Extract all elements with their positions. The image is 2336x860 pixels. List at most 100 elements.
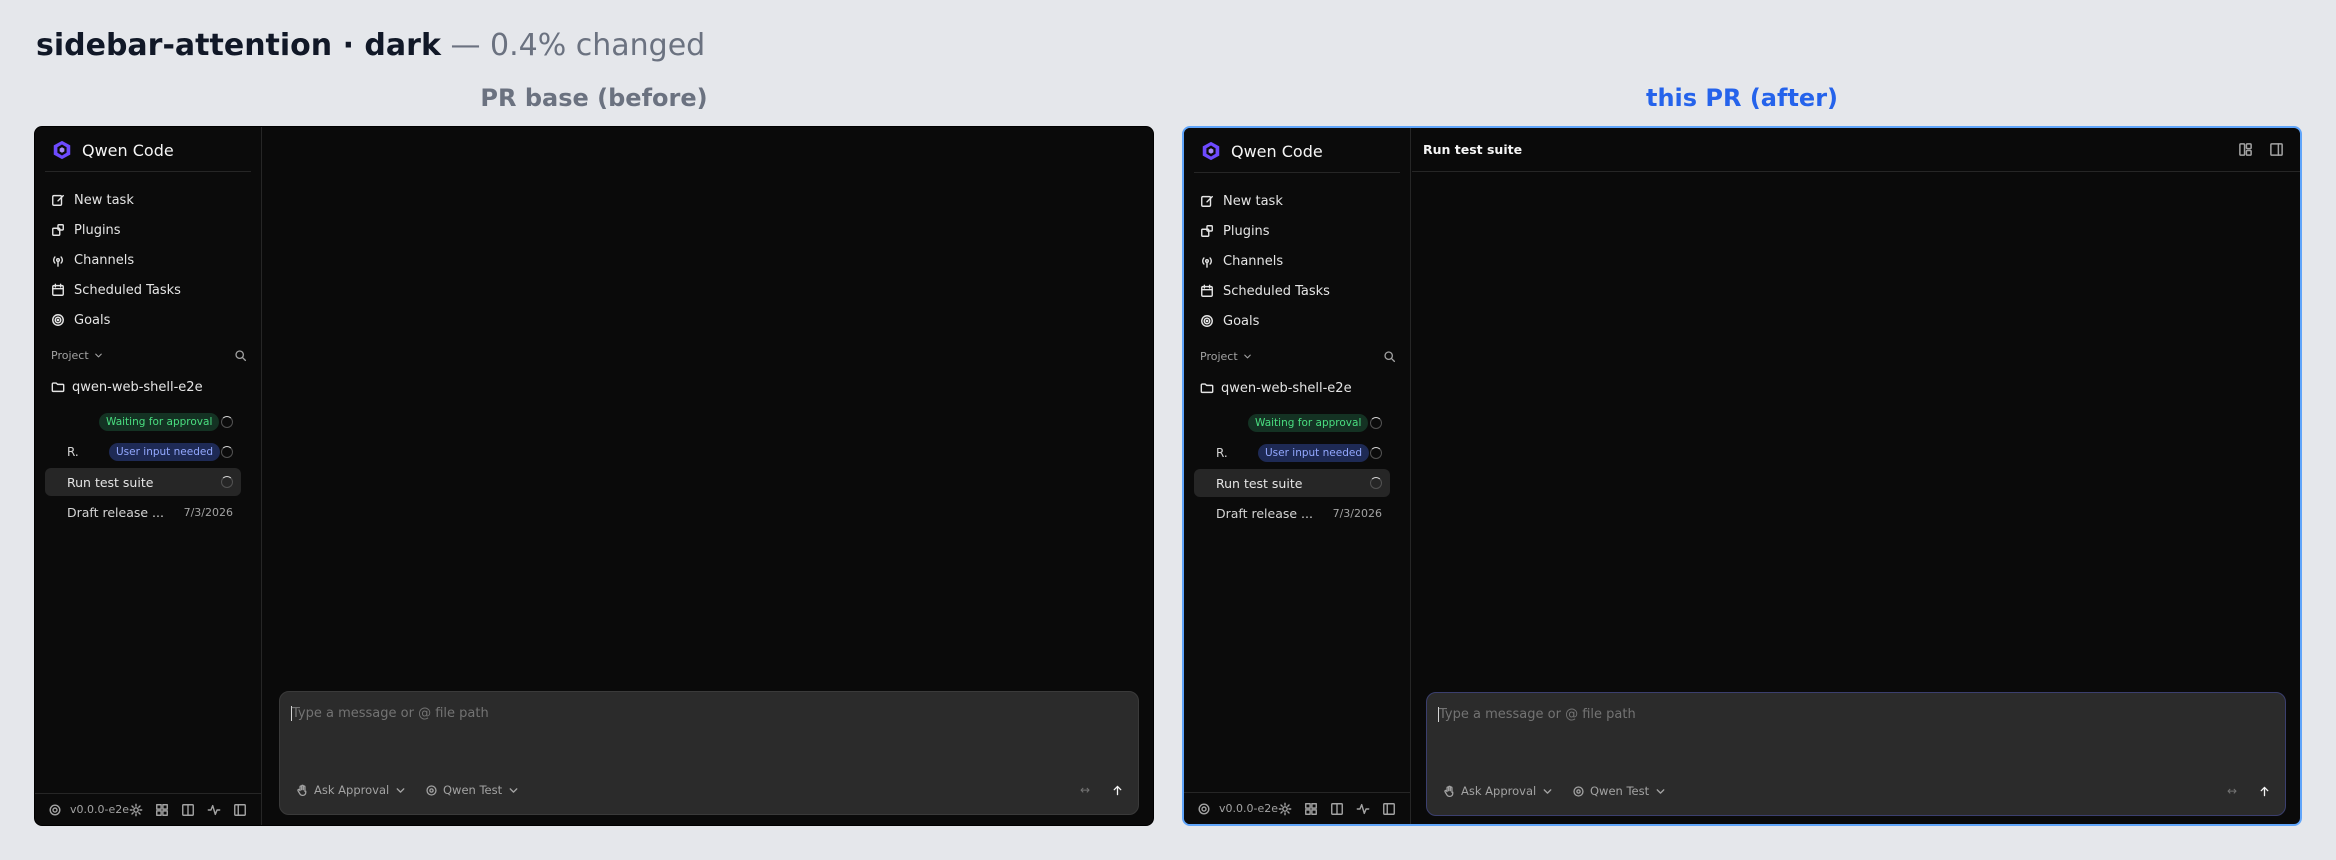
send-button[interactable] — [2258, 781, 2271, 801]
footer-icons — [129, 803, 247, 817]
sun-icon[interactable] — [129, 803, 143, 817]
loading-spinner-icon — [221, 446, 233, 458]
chevron-down-icon — [509, 787, 518, 793]
project-label: Project — [51, 348, 89, 362]
sidebar-nav: New task Plugins Channels Scheduled Task… — [1200, 186, 1400, 336]
folder-icon — [51, 382, 65, 393]
send-button[interactable] — [1111, 780, 1124, 800]
task-run-test-suite[interactable]: Run test suite — [1194, 469, 1390, 497]
task-title: Draft release ... — [1216, 505, 1313, 521]
nav-label: Channels — [1223, 253, 1284, 269]
sun-icon[interactable] — [1278, 802, 1292, 816]
chevron-down-icon — [1656, 788, 1665, 794]
nav-channels[interactable]: Channels — [1200, 246, 1400, 276]
expand-button[interactable]: ↔ — [2227, 781, 2237, 801]
after-label: this PR (after) — [1645, 84, 1838, 112]
activity-icon[interactable] — [207, 803, 221, 817]
sidebar-divider — [1194, 172, 1400, 173]
nav-plugins[interactable]: Plugins — [51, 215, 251, 245]
calendar-icon — [1201, 284, 1213, 297]
model-dropdown[interactable]: Qwen Test — [1572, 781, 1667, 801]
arrow-up-icon — [2260, 786, 2269, 796]
nav-label: Scheduled Tasks — [1223, 283, 1330, 299]
columns-icon[interactable] — [1330, 802, 1344, 816]
task-waiting-approval[interactable]: Waiting for approval — [45, 408, 241, 436]
columns-icon[interactable] — [181, 803, 195, 817]
task-draft-release[interactable]: Draft release ... 7/3/2026 — [1194, 499, 1390, 527]
message-composer[interactable]: Type a message or @ file path Ask Approv… — [1426, 692, 2286, 816]
chevron-down-icon — [94, 353, 102, 357]
nav-scheduled-tasks[interactable]: Scheduled Tasks — [1200, 276, 1400, 306]
chevron-down-icon — [1543, 788, 1552, 794]
search-icon[interactable] — [1383, 350, 1396, 363]
project-dropdown[interactable]: Project — [1200, 350, 1253, 363]
model-dropdown[interactable]: Qwen Test — [425, 780, 520, 800]
grid-icon[interactable] — [155, 803, 169, 817]
topbar-actions — [2238, 142, 2284, 157]
nav-scheduled-tasks[interactable]: Scheduled Tasks — [51, 275, 251, 305]
loading-spinner-icon — [221, 416, 233, 428]
nav-new-task[interactable]: New task — [1200, 186, 1400, 216]
task-title: Run test suite — [1216, 475, 1303, 491]
task-user-input[interactable]: R. User input needed — [1194, 439, 1390, 467]
loading-spinner-icon — [1370, 477, 1382, 489]
hand-icon — [1444, 785, 1454, 797]
panel-icon[interactable] — [233, 803, 247, 817]
after-screenshot: Qwen Code New task Plugins Channels Sche… — [1182, 126, 2302, 826]
project-dropdown[interactable]: Project — [51, 349, 104, 362]
nav-goals[interactable]: Goals — [1200, 306, 1400, 336]
sidebar: Qwen Code New task Plugins Channels Sche… — [1184, 128, 1411, 824]
nav-label: Channels — [74, 252, 135, 268]
nav-label: Plugins — [74, 222, 121, 238]
page-title-main: sidebar-attention · dark — [36, 28, 441, 63]
expand-button[interactable]: ↔ — [1080, 780, 1090, 800]
nav-label: New task — [74, 192, 134, 208]
composer-placeholder: Type a message or @ file path — [1439, 707, 1636, 722]
project-folder[interactable]: qwen-web-shell-e2e — [51, 376, 203, 398]
gear-icon[interactable] — [1197, 802, 1211, 816]
footer-icons — [1278, 802, 1396, 816]
model-label: Qwen Test — [443, 783, 503, 797]
before-screenshot: Qwen Code New task Plugins Channels Sche… — [34, 126, 1154, 826]
task-prefix: R. — [1216, 446, 1228, 460]
task-title: Draft release ... — [67, 504, 164, 520]
approval-label: Ask Approval — [1461, 784, 1537, 798]
nav-channels[interactable]: Channels — [51, 245, 251, 275]
approval-dropdown[interactable]: Ask Approval — [1443, 781, 1554, 801]
panel-icon[interactable] — [1382, 802, 1396, 816]
nav-label: Scheduled Tasks — [74, 282, 181, 298]
radio-icon — [52, 256, 64, 267]
layout-icon[interactable] — [2238, 142, 2253, 157]
app-name: Qwen Code — [1231, 141, 1323, 161]
project-folder[interactable]: qwen-web-shell-e2e — [1200, 377, 1352, 399]
brand[interactable]: Qwen Code — [51, 135, 251, 165]
task-prefix: R. — [67, 445, 79, 459]
brand[interactable]: Qwen Code — [1200, 136, 1400, 166]
task-waiting-approval[interactable]: Waiting for approval — [1194, 409, 1390, 437]
nav-new-task[interactable]: New task — [51, 185, 251, 215]
sidebar-footer: v0.0.0-e2e — [35, 793, 261, 825]
task-run-test-suite[interactable]: Run test suite — [45, 468, 241, 496]
edit-icon — [1201, 195, 1213, 207]
sidebar-right-icon[interactable] — [2269, 142, 2284, 157]
app-name: Qwen Code — [82, 140, 174, 160]
task-user-input[interactable]: R. User input needed — [45, 438, 241, 466]
project-header: Project — [1200, 346, 1396, 366]
project-label: Project — [1200, 349, 1238, 363]
sidebar-footer: v0.0.0-e2e — [1184, 792, 1410, 824]
task-draft-release[interactable]: Draft release ... 7/3/2026 — [45, 498, 241, 526]
puzzle-icon — [52, 224, 64, 236]
version-label: v0.0.0-e2e — [1219, 802, 1279, 815]
nav-plugins[interactable]: Plugins — [1200, 216, 1400, 246]
composer-placeholder: Type a message or @ file path — [292, 706, 489, 721]
nav-goals[interactable]: Goals — [51, 305, 251, 335]
gear-icon[interactable] — [48, 803, 62, 817]
message-composer[interactable]: Type a message or @ file path Ask Approv… — [279, 691, 1139, 815]
chevron-down-icon — [1243, 354, 1251, 358]
grid-icon[interactable] — [1304, 802, 1318, 816]
chat-topbar: Run test suite — [1412, 128, 2300, 172]
search-icon[interactable] — [234, 349, 247, 362]
activity-icon[interactable] — [1356, 802, 1370, 816]
expand-icon: ↔ — [1079, 783, 1090, 797]
approval-dropdown[interactable]: Ask Approval — [296, 780, 407, 800]
